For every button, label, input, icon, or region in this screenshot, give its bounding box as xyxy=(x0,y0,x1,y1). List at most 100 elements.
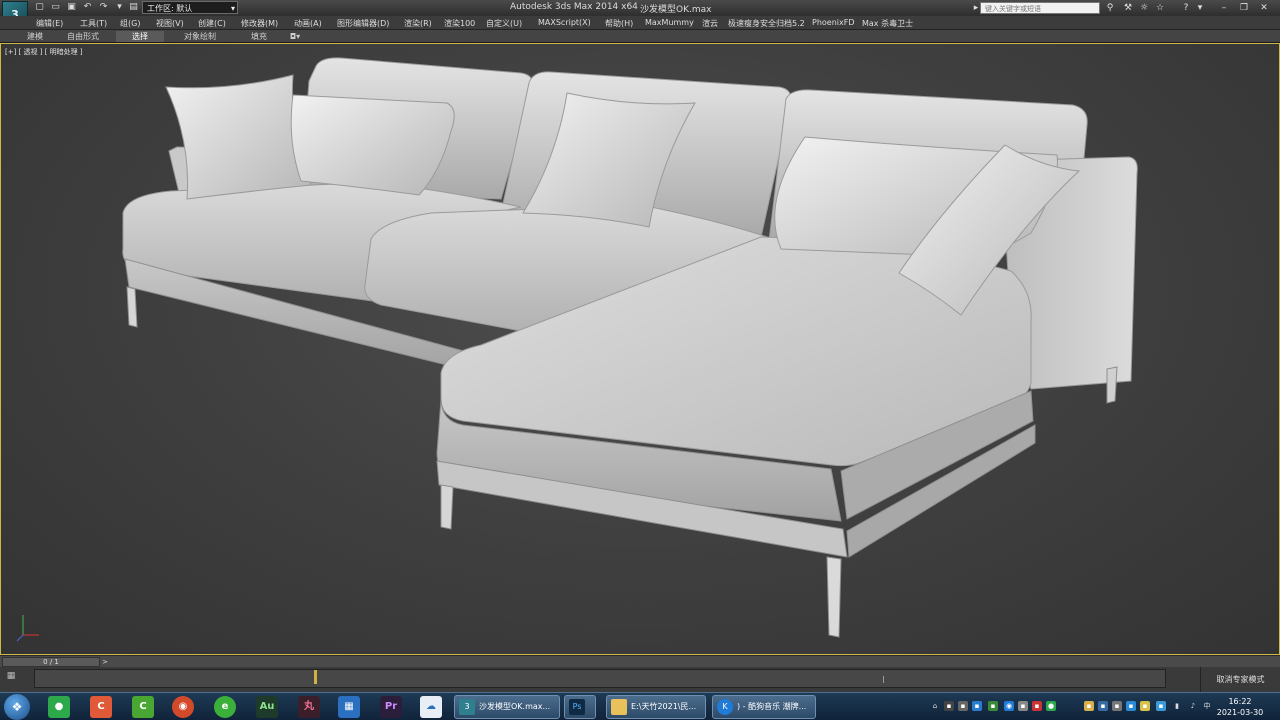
menu-archive[interactable]: 极速瘦身安全归档5.2 xyxy=(728,18,805,29)
menu-animation[interactable]: 动画(A) xyxy=(294,18,322,29)
menu-help[interactable]: 帮助(H) xyxy=(605,18,633,29)
track-area[interactable] xyxy=(34,669,1166,688)
menu-group[interactable]: 组(G) xyxy=(120,18,140,29)
tray-icon-12[interactable]: ▪ xyxy=(1126,701,1136,711)
task-photoshop[interactable]: Ps xyxy=(564,695,596,719)
menu-xuanyun[interactable]: 渲云 xyxy=(702,18,718,29)
menu-maxmummy[interactable]: MaxMummy xyxy=(645,18,694,27)
tab-populate[interactable]: 填充 xyxy=(244,31,274,42)
project-folder-icon[interactable]: ▤ xyxy=(128,2,139,13)
close-icon[interactable]: ✕ xyxy=(1258,2,1270,14)
binoculars-icon[interactable]: ⚲ xyxy=(1104,2,1116,14)
workspace-label: 工作区: 默认 xyxy=(147,4,193,13)
dropdown-arrow-icon[interactable]: ▾ xyxy=(114,2,125,13)
photoshop-icon: Ps xyxy=(569,699,585,715)
next-frame-icon[interactable]: > xyxy=(100,657,110,667)
tools-icon[interactable]: ⚒ xyxy=(1122,2,1134,14)
chevron-down-icon: ▾ xyxy=(230,4,235,13)
open-file-icon[interactable]: ▭ xyxy=(50,2,61,13)
windows-taskbar: ❖ ● C C ◉ e Au 丸 ▦ Pr ☁ 3 沙发模型OK.max... P… xyxy=(0,692,1280,720)
tab-modeling[interactable]: 建模 xyxy=(18,31,52,42)
tray-icon-3[interactable]: ▪ xyxy=(958,701,968,711)
minimize-icon[interactable]: – xyxy=(1218,2,1230,14)
maximize-icon[interactable]: ❐ xyxy=(1238,2,1250,14)
task-kugou[interactable]: K) - 酷狗音乐 潮牌... xyxy=(712,695,816,719)
tray-icon-11[interactable]: ▪ xyxy=(1112,701,1122,711)
wechat-icon[interactable]: ● xyxy=(48,696,70,718)
leg-chaise-front xyxy=(826,556,842,638)
chrome-icon[interactable]: ◉ xyxy=(172,696,194,718)
browser-green-icon[interactable]: e xyxy=(214,696,236,718)
pillow-left-square xyxy=(165,74,312,200)
folder-icon xyxy=(611,699,627,715)
tray-icon-9[interactable]: ▪ xyxy=(1084,701,1094,711)
menu-rendering[interactable]: 渲染(R) xyxy=(404,18,432,29)
tray-icon-10[interactable]: ▪ xyxy=(1098,701,1108,711)
track-bar xyxy=(0,667,1280,692)
ribbon-options-icon[interactable]: ◘▾ xyxy=(284,31,306,42)
tray-icon-4[interactable]: ▪ xyxy=(972,701,982,711)
tray-icon-2[interactable]: ▪ xyxy=(944,701,954,711)
menu-create[interactable]: 创建(C) xyxy=(198,18,226,29)
system-clock[interactable]: 16:22 2021-03-30 xyxy=(1216,696,1264,718)
mini-curve-editor-icon[interactable]: ▦ xyxy=(4,671,18,685)
star-icon[interactable]: ☆ xyxy=(1154,2,1166,14)
tray-icon-1[interactable]: ⌂ xyxy=(930,701,940,711)
menu-edit[interactable]: 编辑(E) xyxy=(36,18,63,29)
menu-customize[interactable]: 自定义(U) xyxy=(486,18,522,29)
app-c-red-icon[interactable]: C xyxy=(90,696,112,718)
title-bar: 3 ▢ ▭ ▣ ↶ ↷ ▾ ▤ 工作区: 默认 ▾ Autodesk 3ds Ma… xyxy=(0,0,1280,31)
tray-icon-8[interactable]: ▪ xyxy=(1032,701,1042,711)
tray-wechat-icon[interactable]: ● xyxy=(1046,701,1056,711)
start-button[interactable]: ❖ xyxy=(4,694,30,720)
network-icon[interactable]: ▮ xyxy=(1172,701,1182,711)
tray-icon-5[interactable]: ▪ xyxy=(988,701,998,711)
time-slider[interactable]: 0 / 1 xyxy=(2,657,100,667)
search-input[interactable]: 键入关键字或短语 xyxy=(980,2,1100,14)
new-file-icon[interactable]: ▢ xyxy=(34,2,45,13)
save-icon[interactable]: ▣ xyxy=(66,2,77,13)
menu-render100[interactable]: 渲染100 xyxy=(444,18,475,29)
undo-icon[interactable]: ↶ xyxy=(82,2,93,13)
redo-icon[interactable]: ↷ xyxy=(98,2,109,13)
tab-freeform[interactable]: 自由形式 xyxy=(60,31,106,42)
sofa-model[interactable] xyxy=(1,44,1279,654)
time-marker[interactable] xyxy=(314,670,317,684)
time-slider-bar: 0 / 1 > xyxy=(0,655,1280,667)
perspective-viewport[interactable]: [+] [ 透视 ] [ 明暗处理 ] xyxy=(0,43,1280,655)
app-grid-icon[interactable]: ▦ xyxy=(338,696,360,718)
task-explorer[interactable]: E:\天竹2021\民... xyxy=(606,695,706,719)
leg-chaise-right xyxy=(1106,366,1118,404)
tab-object-paint[interactable]: 对象绘制 xyxy=(178,31,222,42)
chevron-down-icon[interactable]: ▾ xyxy=(1194,2,1206,14)
tab-selection[interactable]: 选择 xyxy=(116,31,164,42)
tray-shield-icon[interactable]: ▪ xyxy=(1140,701,1150,711)
task-explorer-label: E:\天竹2021\民... xyxy=(631,702,697,711)
app-title: Autodesk 3ds Max 2014 x64 xyxy=(510,2,638,12)
clock-date: 2021-03-30 xyxy=(1216,708,1264,717)
menu-tools[interactable]: 工具(T) xyxy=(80,18,107,29)
menu-antivirus[interactable]: Max 杀毒卫士 xyxy=(862,18,913,29)
premiere-icon[interactable]: Pr xyxy=(380,696,402,718)
community-icon[interactable]: ☼ xyxy=(1138,2,1150,14)
3dsmax-icon: 3 xyxy=(459,699,475,715)
menu-graph-editors[interactable]: 图形编辑器(D) xyxy=(337,18,389,29)
task-3dsmax[interactable]: 3 沙发模型OK.max... xyxy=(454,695,560,719)
app-c-green-icon[interactable]: C xyxy=(132,696,154,718)
tray-icon-7[interactable]: ▪ xyxy=(1018,701,1028,711)
volume-icon[interactable]: ♪ xyxy=(1188,701,1198,711)
menu-view[interactable]: 视图(V) xyxy=(156,18,184,29)
ime-icon[interactable]: 中 xyxy=(1202,701,1212,711)
menu-modifiers[interactable]: 修改器(M) xyxy=(241,18,278,29)
baidu-netdisk-icon[interactable]: ☁ xyxy=(420,696,442,718)
cancel-expert-mode-button[interactable]: 取消专家模式 xyxy=(1200,667,1280,692)
help-icon[interactable]: ? xyxy=(1180,2,1192,14)
workspace-select[interactable]: 工作区: 默认 ▾ xyxy=(142,1,238,14)
app-wan-icon[interactable]: 丸 xyxy=(298,696,320,718)
audition-icon[interactable]: Au xyxy=(256,696,278,718)
menu-phoenixfd[interactable]: PhoenixFD xyxy=(812,18,855,27)
menu-maxscript[interactable]: MAXScript(X) xyxy=(538,18,591,27)
tray-icon-13[interactable]: ▪ xyxy=(1156,701,1166,711)
tray-icon-6[interactable]: ◉ xyxy=(1004,701,1014,711)
task-kugou-label: ) - 酷狗音乐 潮牌... xyxy=(737,702,807,711)
